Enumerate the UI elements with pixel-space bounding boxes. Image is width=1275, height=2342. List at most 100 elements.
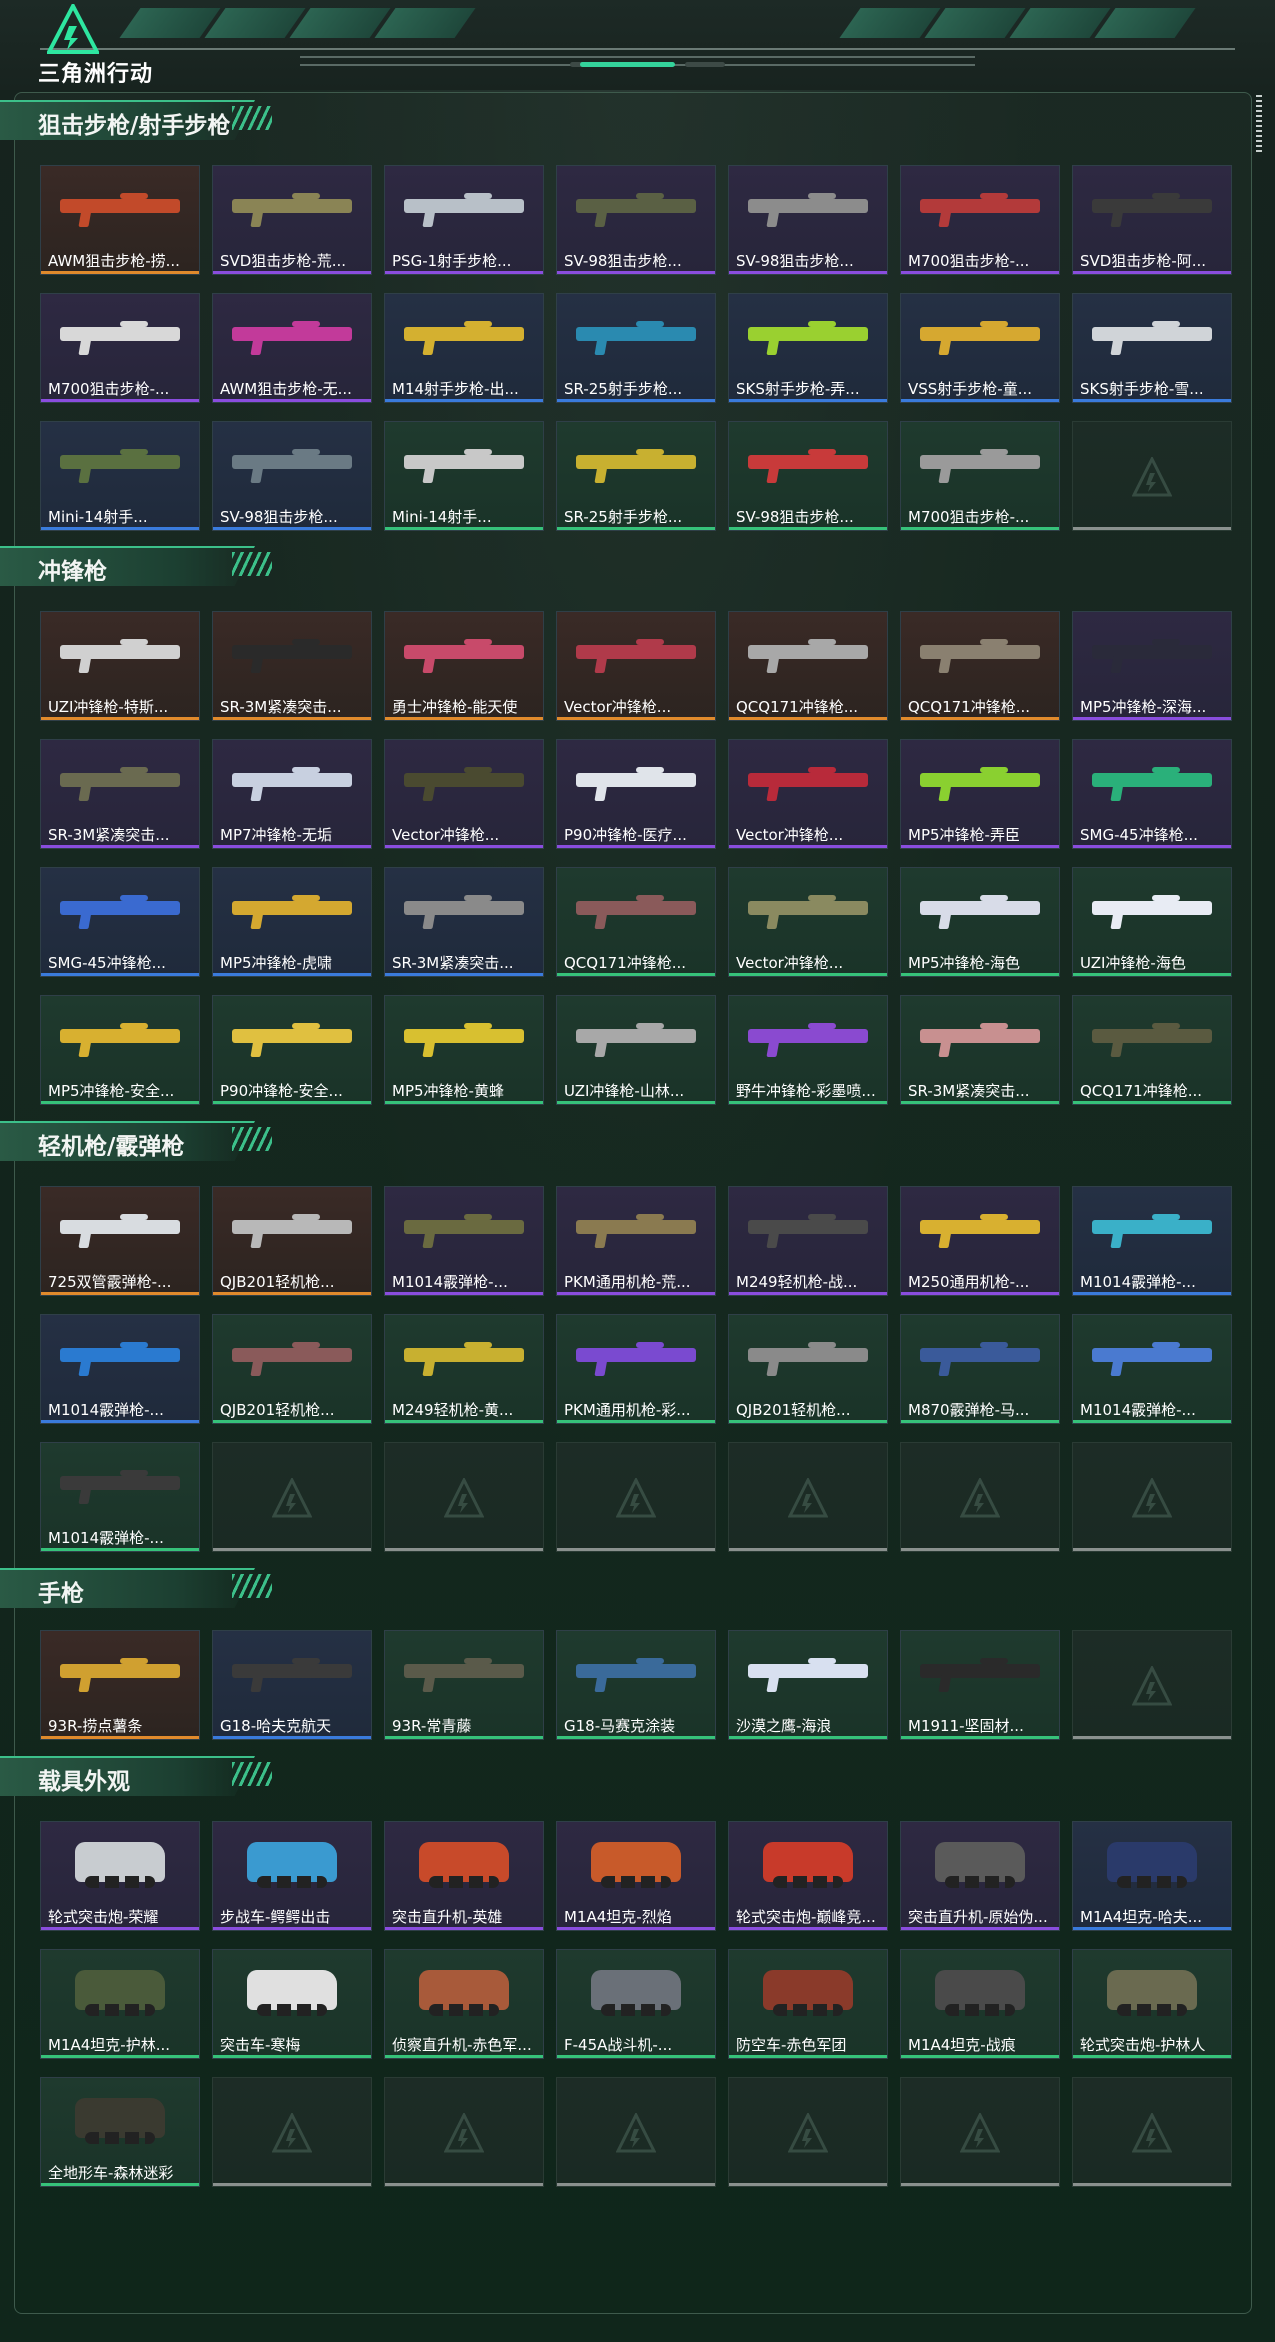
section-header: 载具外观 — [0, 1756, 280, 1798]
weapon-skin-card[interactable]: G18-马赛克涂装 — [556, 1630, 716, 1740]
vehicle-skin-card[interactable]: M1A4坦克-烈焰 — [556, 1821, 716, 1931]
weapon-skin-card[interactable]: P90冲锋枪-医疗... — [556, 739, 716, 849]
weapon-skin-card[interactable]: Mini-14射手... — [40, 421, 200, 531]
weapon-skin-card[interactable]: 93R-常青藤 — [384, 1630, 544, 1740]
weapon-thumbnail — [41, 294, 199, 374]
weapon-skin-card[interactable]: MP5冲锋枪-安全... — [40, 995, 200, 1105]
weapon-skin-card[interactable]: UZI冲锋枪-海色 — [1072, 867, 1232, 977]
weapon-skin-card[interactable]: G18-哈夫克航天 — [212, 1630, 372, 1740]
weapon-skin-card[interactable]: M870霰弹枪-马... — [900, 1314, 1060, 1424]
weapon-skin-card[interactable]: MP5冲锋枪-虎啸 — [212, 867, 372, 977]
weapon-skin-card[interactable]: 沙漠之鹰-海浪 — [728, 1630, 888, 1740]
gun-icon — [232, 895, 352, 915]
weapon-skin-card[interactable]: UZI冲锋枪-山林... — [556, 995, 716, 1105]
item-label: 突击直升机-英雄 — [392, 1908, 503, 1926]
weapon-skin-card[interactable]: AWM狙击步枪-无... — [212, 293, 372, 403]
weapon-skin-card[interactable]: Vector冲锋枪... — [728, 739, 888, 849]
weapon-skin-card[interactable]: UZI冲锋枪-特斯... — [40, 611, 200, 721]
weapon-skin-card[interactable]: SKS射手步枪-雪... — [1072, 293, 1232, 403]
scrollbar[interactable] — [1256, 95, 1262, 155]
weapon-skin-card[interactable]: 93R-捞点薯条 — [40, 1630, 200, 1740]
weapon-skin-card[interactable]: QCQ171冲锋枪... — [900, 611, 1060, 721]
weapon-skin-card[interactable]: M1014霰弹枪-... — [40, 1442, 200, 1552]
weapon-skin-card[interactable]: M1014霰弹枪-... — [384, 1186, 544, 1296]
weapon-skin-card[interactable]: M700狙击步枪-... — [40, 293, 200, 403]
rarity-bar — [385, 1420, 543, 1423]
vehicle-skin-card[interactable]: M1A4坦克-哈夫... — [1072, 1821, 1232, 1931]
rarity-bar — [41, 1292, 199, 1295]
vehicle-skin-card[interactable]: 突击车-寒梅 — [212, 1949, 372, 2059]
weapon-skin-card[interactable]: M250通用机枪-... — [900, 1186, 1060, 1296]
weapon-skin-card[interactable]: SVD狙击步枪-阿... — [1072, 165, 1232, 275]
weapon-skin-card[interactable]: SR-25射手步枪... — [556, 293, 716, 403]
weapon-skin-card[interactable]: 725双管霰弹枪-... — [40, 1186, 200, 1296]
weapon-skin-card[interactable]: QJB201轻机枪... — [212, 1314, 372, 1424]
vehicle-skin-card[interactable]: 轮式突击炮-护林人 — [1072, 1949, 1232, 2059]
weapon-skin-card[interactable]: SR-3M紧凑突击... — [900, 995, 1060, 1105]
weapon-skin-card[interactable]: M1014霰弹枪-... — [1072, 1186, 1232, 1296]
weapon-skin-card[interactable]: QCQ171冲锋枪... — [728, 611, 888, 721]
vehicle-skin-card[interactable]: 步战车-鳄鳄出击 — [212, 1821, 372, 1931]
weapon-skin-card[interactable]: M700狙击步枪-... — [900, 421, 1060, 531]
weapon-skin-card[interactable]: 野牛冲锋枪-彩墨喷... — [728, 995, 888, 1105]
vehicle-skin-card[interactable]: F-45A战斗机-... — [556, 1949, 716, 2059]
weapon-skin-card[interactable]: SR-25射手步枪... — [556, 421, 716, 531]
weapon-thumbnail — [41, 612, 199, 692]
weapon-skin-card[interactable]: M700狙击步枪-... — [900, 165, 1060, 275]
weapon-skin-card[interactable]: M1014霰弹枪-... — [1072, 1314, 1232, 1424]
weapon-skin-card[interactable]: PKM通用机枪-荒... — [556, 1186, 716, 1296]
weapon-skin-card[interactable]: MP5冲锋枪-弄臣 — [900, 739, 1060, 849]
weapon-skin-card[interactable]: SKS射手步枪-弄... — [728, 293, 888, 403]
vehicle-thumbnail — [557, 1950, 715, 2030]
vehicle-skin-card[interactable]: 全地形车-森林迷彩 — [40, 2077, 200, 2187]
weapon-skin-card[interactable]: PKM通用机枪-彩... — [556, 1314, 716, 1424]
rarity-bar — [1073, 1420, 1231, 1423]
weapon-skin-card[interactable]: M1014霰弹枪-... — [40, 1314, 200, 1424]
weapon-skin-card[interactable]: QJB201轻机枪... — [212, 1186, 372, 1296]
weapon-skin-card[interactable]: MP5冲锋枪-深海... — [1072, 611, 1232, 721]
weapon-skin-card[interactable]: SV-98狙击步枪... — [212, 421, 372, 531]
weapon-skin-card[interactable]: Vector冲锋枪... — [728, 867, 888, 977]
weapon-skin-card[interactable]: SVD狙击步枪-荒... — [212, 165, 372, 275]
item-label: M249轻机枪-黄... — [392, 1401, 514, 1419]
weapon-skin-card[interactable]: QJB201轻机枪... — [728, 1314, 888, 1424]
item-label: PKM通用机枪-荒... — [564, 1273, 691, 1291]
weapon-skin-card[interactable]: SR-3M紧凑突击... — [40, 739, 200, 849]
weapon-skin-card[interactable]: M249轻机枪-战... — [728, 1186, 888, 1296]
vehicle-icon — [1107, 1970, 1197, 2016]
weapon-thumbnail — [385, 422, 543, 502]
weapon-skin-card[interactable]: MP7冲锋枪-无垢 — [212, 739, 372, 849]
weapon-thumbnail — [1073, 612, 1231, 692]
weapon-skin-card[interactable]: SMG-45冲锋枪... — [1072, 739, 1232, 849]
weapon-skin-card[interactable]: QCQ171冲锋枪... — [556, 867, 716, 977]
vehicle-skin-card[interactable]: 侦察直升机-赤色军... — [384, 1949, 544, 2059]
vehicle-skin-card[interactable]: 突击直升机-原始伪... — [900, 1821, 1060, 1931]
vehicle-skin-card[interactable]: 防空车-赤色军团 — [728, 1949, 888, 2059]
weapon-skin-card[interactable]: SV-98狙击步枪... — [556, 165, 716, 275]
weapon-skin-card[interactable]: MP5冲锋枪-海色 — [900, 867, 1060, 977]
weapon-skin-card[interactable]: QCQ171冲锋枪... — [1072, 995, 1232, 1105]
weapon-skin-card[interactable]: SMG-45冲锋枪... — [40, 867, 200, 977]
vehicle-skin-card[interactable]: 轮式突击炮-巅峰竞... — [728, 1821, 888, 1931]
weapon-skin-card[interactable]: 勇士冲锋枪-能天使 — [384, 611, 544, 721]
weapon-skin-card[interactable]: AWM狙击步枪-捞... — [40, 165, 200, 275]
weapon-skin-card[interactable]: SR-3M紧凑突击... — [212, 611, 372, 721]
vehicle-skin-card[interactable]: 突击直升机-英雄 — [384, 1821, 544, 1931]
weapon-skin-card[interactable]: VSS射手步枪-童... — [900, 293, 1060, 403]
vehicle-skin-card[interactable]: M1A4坦克-护林... — [40, 1949, 200, 2059]
weapon-skin-card[interactable]: Vector冲锋枪... — [384, 739, 544, 849]
weapon-skin-card[interactable]: SV-98狙击步枪... — [728, 165, 888, 275]
weapon-skin-card[interactable]: Mini-14射手... — [384, 421, 544, 531]
weapon-skin-card[interactable]: M14射手步枪-出... — [384, 293, 544, 403]
weapon-skin-card[interactable]: PSG-1射手步枪... — [384, 165, 544, 275]
weapon-skin-card[interactable]: P90冲锋枪-安全... — [212, 995, 372, 1105]
weapon-skin-card[interactable]: SR-3M紧凑突击... — [384, 867, 544, 977]
vehicle-skin-card[interactable]: 轮式突击炮-荣耀 — [40, 1821, 200, 1931]
weapon-skin-card[interactable]: M249轻机枪-黄... — [384, 1314, 544, 1424]
weapon-skin-card[interactable]: M1911-坚固材... — [900, 1630, 1060, 1740]
weapon-thumbnail — [213, 1315, 371, 1395]
weapon-skin-card[interactable]: Vector冲锋枪... — [556, 611, 716, 721]
weapon-skin-card[interactable]: MP5冲锋枪-黄蜂 — [384, 995, 544, 1105]
vehicle-skin-card[interactable]: M1A4坦克-战痕 — [900, 1949, 1060, 2059]
weapon-skin-card[interactable]: SV-98狙击步枪... — [728, 421, 888, 531]
